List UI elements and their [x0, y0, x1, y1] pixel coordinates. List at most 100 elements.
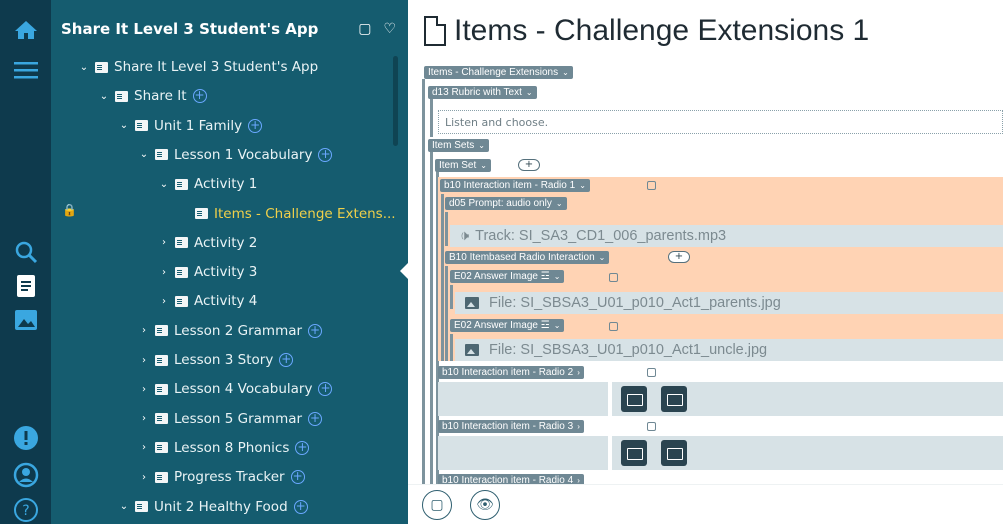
tree-node[interactable]: ⌄ Share It Level 3 Student's App — [77, 56, 318, 78]
chevron-down-icon[interactable]: ⌄ — [117, 120, 131, 131]
copy-icon[interactable] — [647, 422, 656, 431]
chevron-down-icon[interactable]: ⌄ — [137, 149, 151, 160]
node-icon — [155, 354, 168, 366]
tree-node[interactable]: › Progress Tracker + — [137, 466, 305, 488]
copy-icon[interactable] — [609, 322, 618, 331]
chevron-down-icon[interactable]: ⌄ — [97, 91, 111, 102]
audio-icon: 🕩 — [460, 228, 470, 244]
alert-icon[interactable] — [10, 422, 42, 454]
file-row-1[interactable]: File: SI_SBSA3_U01_p010_Act1_parents.jpg — [455, 292, 1003, 314]
chevron-right-icon[interactable]: › — [137, 384, 151, 395]
tree-node[interactable]: ⌄ Lesson 1 Vocabulary + — [137, 144, 333, 166]
tree-line — [450, 285, 453, 309]
rubric-text[interactable]: Listen and choose. — [438, 110, 1003, 134]
home-icon[interactable] — [10, 14, 42, 46]
menu-icon[interactable] — [10, 54, 42, 86]
chevron-right-icon[interactable]: › — [137, 325, 151, 336]
image-button[interactable] — [661, 440, 687, 466]
copy-icon[interactable] — [647, 368, 656, 377]
rubric-tag[interactable]: d13 Rubric with Text ⌄ — [428, 86, 537, 99]
tree-node[interactable]: › Lesson 5 Grammar + — [137, 408, 323, 430]
item-sets-tag[interactable]: Item Sets ⌄ — [428, 139, 489, 152]
add-child-icon[interactable]: + — [279, 353, 294, 367]
tree-node-label: Lesson 4 Vocabulary — [174, 381, 313, 398]
image-button[interactable] — [621, 440, 647, 466]
node-icon — [95, 61, 108, 73]
file-label: File: SI_SBSA3_U01_p010_Act1_uncle.jpg — [489, 342, 768, 358]
file-row-2[interactable]: File: SI_SBSA3_U01_p010_Act1_uncle.jpg — [455, 339, 1003, 361]
tree-node[interactable]: › Lesson 2 Grammar + — [137, 320, 323, 342]
audio-track-row[interactable]: 🕩 Track: SI_SA3_CD1_006_parents.mp3 — [450, 225, 1003, 247]
add-child-icon[interactable]: + — [293, 499, 308, 514]
chevron-down-icon[interactable]: ⌄ — [77, 62, 91, 73]
image-button[interactable] — [661, 386, 687, 412]
tree-node[interactable]: › Activity 3 — [157, 261, 257, 283]
search-icon[interactable] — [10, 236, 42, 268]
node-icon — [115, 90, 128, 102]
editor-content: Items - Challenge Extensions 1 Items - C… — [408, 0, 1003, 524]
heart-icon[interactable]: ♡ — [383, 21, 396, 37]
add-child-icon[interactable]: + — [290, 470, 305, 485]
radio-2-tag[interactable]: b10 Interaction item - Radio 2 › — [438, 366, 584, 379]
radio-1-tag[interactable]: b10 Interaction item - Radio 1 ⌄ — [440, 179, 590, 192]
user-icon[interactable] — [10, 459, 42, 491]
answer-image-tag[interactable]: E02 Answer Image ☲ ⌄ — [450, 319, 565, 332]
tree-node[interactable]: › Activity 4 — [157, 290, 257, 312]
chevron-right-icon[interactable]: › — [137, 355, 151, 366]
chevron-right-icon[interactable]: › — [137, 413, 151, 424]
tree-node-label: Share It Level 3 Student's App — [114, 59, 319, 75]
tree-line — [445, 266, 448, 361]
image-icon[interactable] — [10, 304, 42, 336]
copy-icon[interactable] — [609, 273, 618, 282]
image-button[interactable] — [621, 386, 647, 412]
tree-node[interactable]: ⌄ Activity 1 — [157, 173, 258, 195]
add-child-icon[interactable]: + — [308, 411, 323, 426]
node-icon — [155, 149, 168, 161]
tree-line — [441, 194, 444, 361]
add-child-icon[interactable]: + — [192, 89, 207, 104]
copy-icon[interactable]: ▢ — [358, 21, 371, 37]
preview-button[interactable]: 👁 — [470, 490, 500, 520]
node-icon — [175, 178, 188, 190]
add-button[interactable]: + — [668, 251, 690, 263]
prompt-tag[interactable]: d05 Prompt: audio only ⌄ — [445, 197, 567, 210]
page-title-text: Items - Challenge Extensions 1 — [454, 14, 870, 47]
tree-node-label: Activity 1 — [194, 176, 258, 193]
tree-node[interactable]: ⌄ Unit 1 Family + — [117, 115, 263, 137]
help-icon[interactable]: ? — [10, 494, 42, 524]
tree-node-label: Lesson 5 Grammar — [174, 410, 303, 427]
document-icon[interactable] — [10, 270, 42, 302]
page-title: Items - Challenge Extensions 1 — [424, 14, 869, 48]
tree-node[interactable]: › Lesson 3 Story + — [137, 349, 294, 371]
add-child-icon[interactable]: + — [308, 323, 323, 338]
tree-node[interactable]: ⌄ Unit 2 Healthy Food + — [117, 496, 308, 518]
chevron-right-icon[interactable]: › — [157, 267, 171, 278]
add-child-icon[interactable]: + — [295, 440, 310, 455]
radio-3-tag[interactable]: b10 Interaction item - Radio 3 › — [438, 420, 584, 433]
chevron-down-icon[interactable]: ⌄ — [157, 179, 171, 190]
tree-node[interactable]: Items - Challenge Extens... — [177, 203, 396, 225]
add-button[interactable]: + — [518, 159, 540, 171]
item-set-tag[interactable]: Item Set ⌄ — [435, 159, 491, 172]
chevron-down-icon[interactable]: ⌄ — [117, 501, 131, 512]
tree-header: Share It Level 3 Student's App ▢ ♡ — [51, 0, 408, 58]
chevron-right-icon[interactable]: › — [157, 296, 171, 307]
tree-node[interactable]: ⌄ Share It + — [97, 85, 207, 107]
copy-icon[interactable] — [647, 181, 656, 190]
itembased-tag[interactable]: B10 Itembased Radio Interaction ⌄ — [445, 251, 610, 264]
chevron-right-icon[interactable]: › — [157, 237, 171, 248]
node-icon — [155, 325, 168, 337]
add-child-icon[interactable]: + — [318, 382, 333, 397]
items-tag[interactable]: Items - Challenge Extensions ⌄ — [424, 66, 573, 79]
tree-node[interactable]: › Activity 2 — [157, 232, 257, 254]
tree-node[interactable]: › Lesson 4 Vocabulary + — [137, 378, 333, 400]
answer-image-tag[interactable]: E02 Answer Image ☲ ⌄ — [450, 270, 565, 283]
tree-scrollbar[interactable] — [393, 56, 398, 146]
tree-node-label: Unit 2 Healthy Food — [154, 498, 288, 515]
chevron-right-icon[interactable]: › — [137, 442, 151, 453]
add-child-icon[interactable]: + — [248, 118, 263, 133]
add-child-icon[interactable]: + — [318, 147, 333, 162]
tree-node[interactable]: › Lesson 8 Phonics + — [137, 437, 310, 459]
chevron-right-icon[interactable]: › — [137, 472, 151, 483]
copy-button[interactable]: ▢ — [422, 490, 452, 520]
